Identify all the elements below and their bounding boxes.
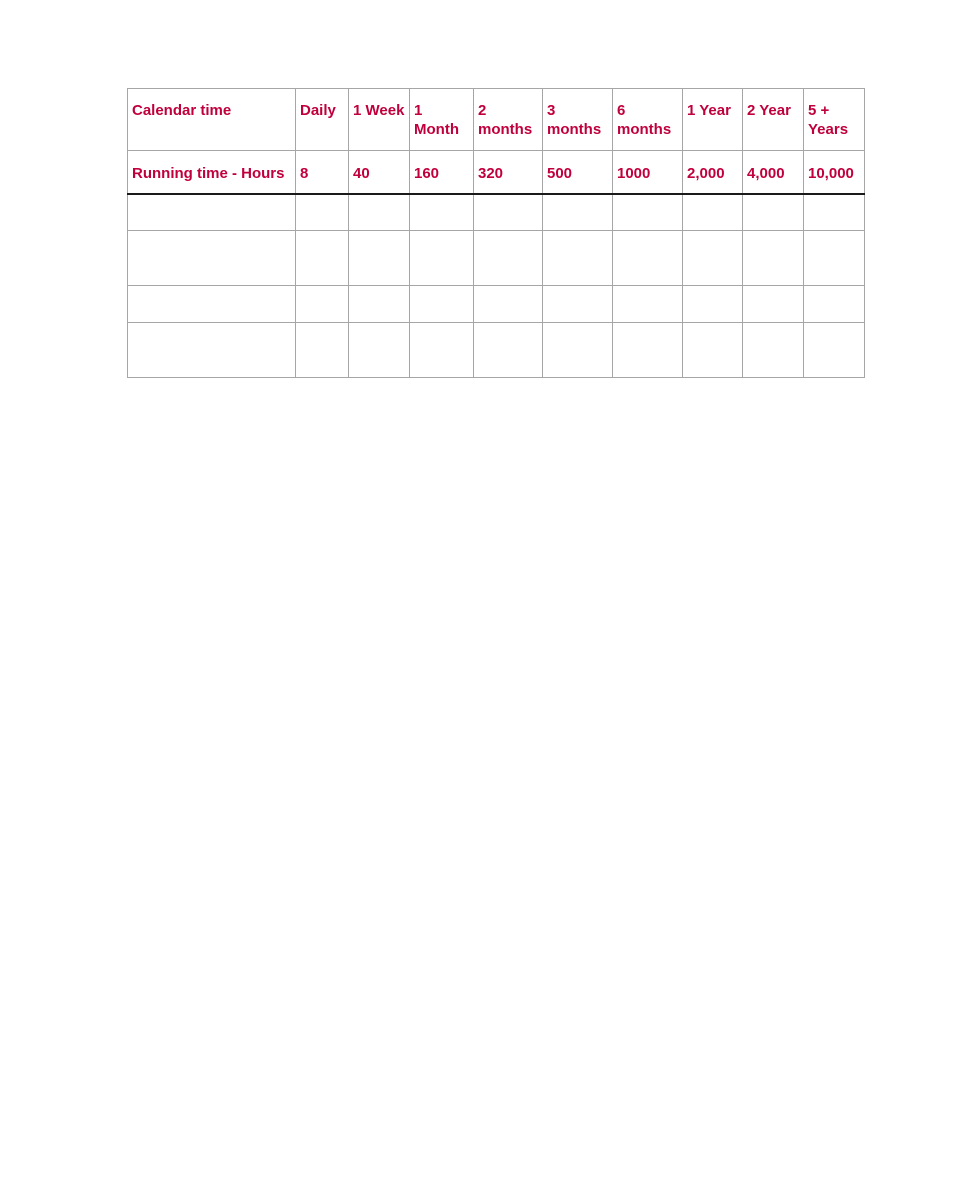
empty-cell[interactable] xyxy=(612,230,683,286)
empty-cell[interactable] xyxy=(127,322,296,378)
empty-cell[interactable] xyxy=(409,285,474,323)
empty-cell[interactable] xyxy=(803,230,865,286)
empty-cell[interactable] xyxy=(295,322,349,378)
row-label-running-time-hours: Running time - Hours xyxy=(127,150,296,195)
empty-cell[interactable] xyxy=(295,230,349,286)
empty-cell[interactable] xyxy=(348,230,410,286)
empty-cell[interactable] xyxy=(409,230,474,286)
empty-cell[interactable] xyxy=(742,322,804,378)
empty-cell[interactable] xyxy=(542,230,613,286)
header-cell-2-year: 2 Year xyxy=(742,88,804,151)
empty-cell[interactable] xyxy=(473,193,543,231)
empty-cell[interactable] xyxy=(682,230,743,286)
empty-cell[interactable] xyxy=(542,193,613,231)
calendar-running-time-table: Calendar time Daily 1 Week 1 Month 2 mon… xyxy=(127,88,865,378)
empty-cell[interactable] xyxy=(803,322,865,378)
empty-cell[interactable] xyxy=(542,285,613,323)
empty-cell[interactable] xyxy=(742,230,804,286)
empty-cell[interactable] xyxy=(409,322,474,378)
empty-cell[interactable] xyxy=(803,285,865,323)
hours-cell: 160 xyxy=(409,150,474,195)
hours-cell: 10,000 xyxy=(803,150,865,195)
header-cell-3-months: 3 months xyxy=(542,88,613,151)
empty-cell[interactable] xyxy=(473,285,543,323)
empty-cell[interactable] xyxy=(473,322,543,378)
hours-cell: 8 xyxy=(295,150,349,195)
empty-cell[interactable] xyxy=(682,285,743,323)
header-cell-1-week: 1 Week xyxy=(348,88,410,151)
header-cell-daily: Daily xyxy=(295,88,349,151)
calendar-time-row: Calendar time Daily 1 Week 1 Month 2 mon… xyxy=(127,88,865,151)
empty-cell[interactable] xyxy=(612,193,683,231)
empty-row xyxy=(127,230,865,286)
empty-cell[interactable] xyxy=(127,285,296,323)
hours-cell: 500 xyxy=(542,150,613,195)
empty-row xyxy=(127,285,865,323)
empty-cell[interactable] xyxy=(682,322,743,378)
header-cell-2-months: 2 months xyxy=(473,88,543,151)
empty-cell[interactable] xyxy=(348,322,410,378)
empty-row xyxy=(127,193,865,231)
empty-cell[interactable] xyxy=(682,193,743,231)
empty-cell[interactable] xyxy=(127,230,296,286)
empty-cell[interactable] xyxy=(348,285,410,323)
empty-row xyxy=(127,322,865,378)
hours-cell: 320 xyxy=(473,150,543,195)
header-cell-1-year: 1 Year xyxy=(682,88,743,151)
empty-cell[interactable] xyxy=(127,193,296,231)
empty-cell[interactable] xyxy=(295,285,349,323)
empty-cell[interactable] xyxy=(409,193,474,231)
row-label-calendar-time: Calendar time xyxy=(127,88,296,151)
empty-cell[interactable] xyxy=(742,285,804,323)
hours-cell: 4,000 xyxy=(742,150,804,195)
hours-cell: 1000 xyxy=(612,150,683,195)
hours-cell: 40 xyxy=(348,150,410,195)
empty-cell[interactable] xyxy=(542,322,613,378)
header-cell-5-plus-years: 5 + Years xyxy=(803,88,865,151)
empty-cell[interactable] xyxy=(803,193,865,231)
empty-cell[interactable] xyxy=(742,193,804,231)
hours-cell: 2,000 xyxy=(682,150,743,195)
header-cell-6-months: 6 months xyxy=(612,88,683,151)
empty-cell[interactable] xyxy=(348,193,410,231)
header-cell-1-month: 1 Month xyxy=(409,88,474,151)
running-time-hours-row: Running time - Hours 8 40 160 320 500 10… xyxy=(127,150,865,195)
empty-cell[interactable] xyxy=(473,230,543,286)
empty-cell[interactable] xyxy=(295,193,349,231)
empty-cell[interactable] xyxy=(612,285,683,323)
empty-cell[interactable] xyxy=(612,322,683,378)
